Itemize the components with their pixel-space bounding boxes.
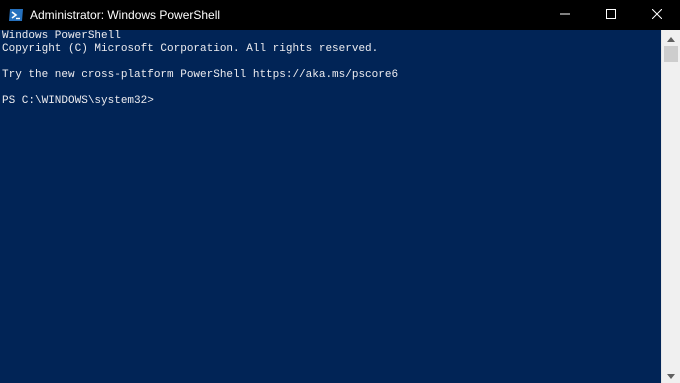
console-line: Windows PowerShell [2,30,121,42]
console-line: Try the new cross-platform PowerShell ht… [2,69,399,81]
scroll-down-arrow-icon [667,366,675,383]
vertical-scrollbar[interactable] [661,30,680,383]
title-bar[interactable]: Administrator: Windows PowerShell [0,0,680,30]
close-button[interactable] [634,0,680,30]
command-prompt[interactable]: PS C:\WINDOWS\system32> [0,95,660,108]
minimize-button[interactable] [542,0,588,30]
console-output[interactable]: Windows PowerShell Copyright (C) Microso… [0,30,660,383]
scroll-thumb[interactable] [664,46,678,62]
console-line: Copyright (C) Microsoft Corporation. All… [2,43,379,55]
scroll-up-button[interactable] [662,31,680,45]
powershell-icon[interactable] [8,7,24,23]
maximize-button[interactable] [588,0,634,30]
scroll-up-arrow-icon [667,29,675,47]
maximize-icon [606,6,616,24]
powershell-window: Administrator: Windows PowerShell Window… [0,0,680,383]
scroll-down-button[interactable] [662,368,680,382]
window-title: Administrator: Windows PowerShell [30,8,221,22]
close-icon [651,6,663,24]
minimize-icon [560,6,570,24]
